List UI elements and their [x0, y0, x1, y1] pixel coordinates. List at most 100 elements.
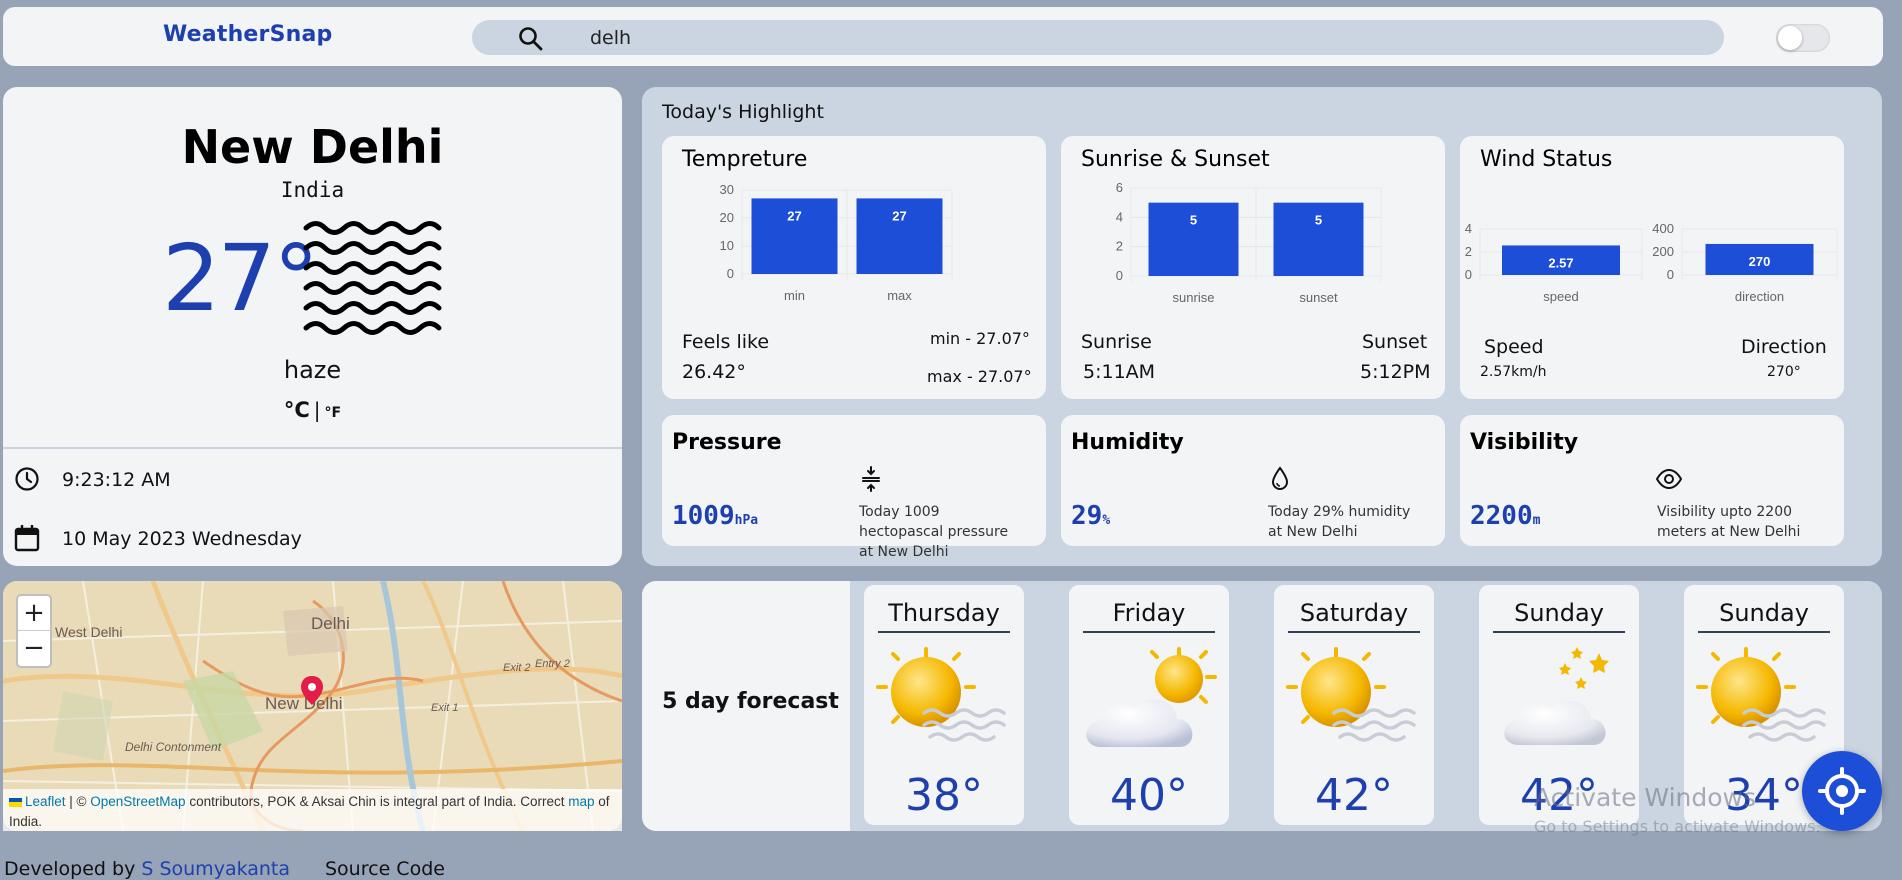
visibility-unit: m	[1532, 513, 1541, 528]
chart-y-tick: 2	[1116, 239, 1123, 254]
humidity-title: Humidity	[1071, 430, 1184, 455]
pressure-number: 1009	[672, 501, 735, 531]
city-name: New Delhi	[181, 120, 444, 174]
activate-windows-title: Activate Windows	[1534, 783, 1756, 812]
wind-direction-value: 270°	[1767, 364, 1801, 380]
forecast-day-card[interactable]: Saturday 42°	[1274, 585, 1434, 825]
forecast-day-name: Thursday	[878, 599, 1010, 633]
humidity-unit: %	[1102, 513, 1111, 528]
chart-y-tick: 20	[720, 210, 734, 225]
eye-icon	[1656, 469, 1682, 489]
footer-text: Developed by	[4, 858, 142, 880]
map-label-west-delhi: West Delhi	[55, 624, 122, 640]
cloud-stars-icon	[1504, 647, 1609, 745]
chart-y-tick: 4	[1465, 221, 1472, 236]
search-icon[interactable]	[518, 26, 544, 52]
source-code-link[interactable]: Source Code	[325, 858, 445, 880]
map-label-exit2: Exit 2	[503, 662, 531, 674]
chart-x-tick: max	[887, 288, 912, 303]
author-link[interactable]: S Soumyakanta	[141, 858, 290, 880]
pressure-desc: Today 1009 hectopascal pressure at New D…	[859, 504, 1009, 560]
chart-y-tick: 30	[720, 182, 734, 197]
crosshair-icon	[1818, 767, 1866, 815]
forecast-day-name: Sunday	[1493, 599, 1625, 633]
chart-y-tick: 200	[1652, 244, 1674, 259]
temperature-chart: 0 10 20 30 27 min 27 max	[662, 136, 1046, 316]
zoom-in-button[interactable]: +	[18, 596, 50, 631]
search-bar[interactable]	[472, 20, 1724, 55]
current-location-button[interactable]	[1802, 751, 1882, 831]
weather-condition: haze	[283, 356, 342, 384]
wind-direction-label: Direction	[1741, 336, 1827, 358]
temp-min: min - 27.07°	[930, 329, 1030, 348]
temp-max: max - 27.07°	[927, 367, 1032, 386]
map-attribution: Leaflet | © OpenStreetMap contributors, …	[3, 789, 622, 831]
sun-haze-icon	[876, 647, 1006, 742]
chart-x-tick: min	[784, 288, 805, 303]
chart-data-label: 2.57	[1548, 255, 1573, 270]
fahrenheit-button[interactable]: °F	[325, 405, 342, 421]
search-input[interactable]: delh	[590, 27, 631, 49]
forecast-day-name: Friday	[1083, 599, 1215, 633]
chart-data-label: 27	[892, 208, 906, 223]
map-zoom-controls: + −	[16, 594, 52, 668]
footer-credit: Developed by S Soumyakanta	[4, 858, 290, 880]
leaflet-link[interactable]: Leaflet	[25, 794, 66, 809]
compress-icon	[862, 466, 880, 492]
sunset-value: 5:12PM	[1360, 361, 1431, 383]
sunset-label: Sunset	[1362, 331, 1428, 353]
unit-separator: |	[313, 398, 321, 422]
forecast-day-card[interactable]: Thursday 38°	[864, 585, 1024, 825]
sunrise-value: 5:11AM	[1083, 361, 1156, 383]
sun-haze-icon	[1696, 647, 1826, 742]
sun-haze-icon	[1286, 647, 1416, 742]
chart-y-tick: 0	[727, 266, 734, 281]
visibility-desc: Visibility upto 2200 meters at New Delhi	[1657, 504, 1801, 540]
highlights-title: Today's Highlight	[662, 101, 824, 123]
chart-y-tick: 0	[1116, 268, 1123, 283]
chart-x-tick: speed	[1543, 289, 1578, 304]
chart-svg: 0 200 400 270 direction	[1652, 221, 1838, 304]
calendar-icon	[14, 525, 40, 552]
divider	[3, 447, 622, 449]
visibility-number: 2200	[1470, 501, 1533, 531]
humidity-desc: Today 29% humidity at New Delhi	[1268, 504, 1411, 540]
visibility-value: 2200m	[1470, 501, 1540, 531]
map-label-delhi: Delhi	[311, 614, 350, 633]
brand-logo[interactable]: WeatherSnap	[163, 22, 333, 47]
attrib-sep: | ©	[65, 794, 91, 809]
country-name: India	[280, 178, 345, 202]
droplet-icon	[1271, 466, 1289, 490]
chart-svg: 0 2 4 6 5 sunrise 5 sunset	[1116, 180, 1382, 305]
forecast-day-temp: 42°	[1315, 770, 1393, 821]
forecast-day-card[interactable]: Friday 40°	[1069, 585, 1229, 825]
chart-y-tick: 400	[1652, 221, 1674, 236]
wind-direction-chart: 0 200 400 270 direction	[1652, 136, 1844, 316]
zoom-out-button[interactable]: −	[18, 631, 50, 666]
celsius-button[interactable]: °C	[284, 398, 310, 422]
osm-link[interactable]: OpenStreetMap	[90, 794, 185, 809]
current-date: 10 May 2023 Wednesday	[62, 528, 302, 550]
map-link[interactable]: map	[568, 794, 594, 809]
pressure-unit: hPa	[734, 513, 759, 528]
ukraine-flag-icon	[9, 797, 22, 807]
unit-switch: °C | °F	[3, 398, 622, 422]
current-time: 9:23:12 AM	[62, 469, 171, 491]
chart-y-tick: 10	[720, 238, 734, 253]
clock-icon	[15, 467, 39, 491]
sun-cloud-icon	[1086, 647, 1217, 747]
chart-data-label: 5	[1190, 213, 1197, 228]
chart-y-tick: 4	[1116, 209, 1123, 224]
map-label-exit1: Exit 1	[431, 702, 459, 714]
chart-data-label: 270	[1749, 254, 1771, 269]
current-temperature: 27°	[162, 225, 319, 332]
map-label-new-delhi: New Delhi	[265, 694, 342, 713]
visibility-title: Visibility	[1470, 430, 1579, 455]
forecast-day-name: Sunday	[1698, 599, 1830, 633]
chart-x-tick: sunrise	[1173, 290, 1215, 305]
chart-x-tick: sunset	[1299, 290, 1338, 305]
chart-y-tick: 0	[1465, 267, 1472, 282]
chart-y-tick: 2	[1465, 244, 1472, 259]
theme-toggle[interactable]	[1776, 24, 1830, 52]
toggle-knob	[1778, 26, 1802, 50]
